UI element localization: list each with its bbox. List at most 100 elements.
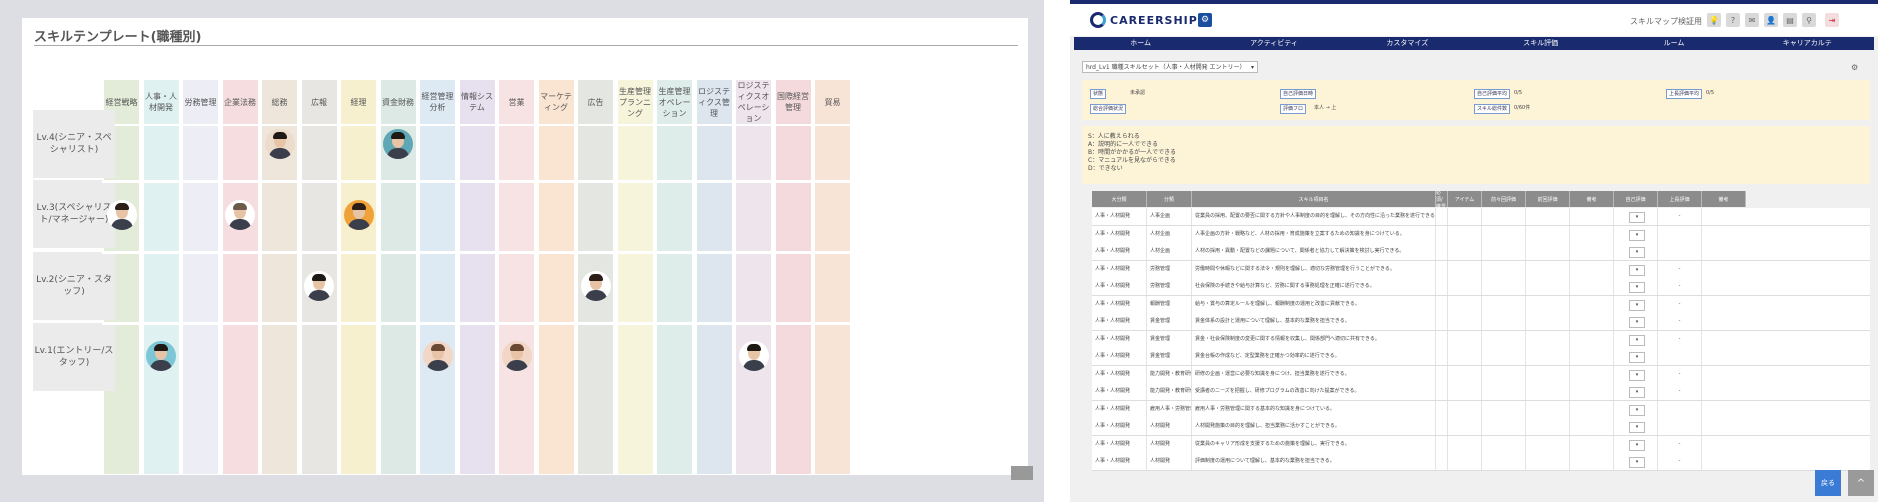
skill-name-cell: 人材開発施策の目的を理解し、担当業務に活かすことができる。 [1192,418,1436,435]
note-cell [1702,418,1746,435]
empty-cell [1448,225,1482,243]
nav-item[interactable]: スキル評価 [1474,37,1607,50]
person-avatar[interactable] [304,271,334,301]
user-icon[interactable]: 👤 [1764,13,1778,27]
self-eval-select[interactable]: ▾ [1629,229,1645,241]
bulb-icon[interactable]: 💡 [1707,13,1721,27]
empty-cell [1526,400,1570,418]
nav-item[interactable]: カスタマイズ [1341,37,1474,50]
row-separator [102,251,852,254]
table-header[interactable]: 備考 [1702,191,1746,207]
self-eval-select[interactable]: ▾ [1629,439,1645,451]
self-eval-select[interactable]: ▾ [1629,369,1645,381]
subcategory-cell: 賃金管理 [1147,348,1192,365]
person-avatar[interactable] [343,200,374,230]
table-header[interactable]: 自己評価 [1614,191,1658,207]
person-avatar[interactable] [738,341,769,371]
column-header: 広報 [301,80,337,124]
table-header[interactable]: 必須/推奨 [1436,190,1448,210]
skill-count-label: スキル総件数 [1474,104,1511,114]
careership-logo-icon[interactable] [1090,12,1106,28]
mail-icon[interactable]: ✉ [1745,13,1759,27]
column-band [538,126,574,474]
table-header[interactable]: 大分類 [1092,191,1147,207]
scroll-top-button[interactable]: ^ [1848,470,1874,496]
person-avatar[interactable] [580,271,611,301]
person-avatar[interactable] [383,129,413,159]
legend-c: C：マニュアルを見ながらできる [1088,157,1176,164]
self-eval-select[interactable]: ▾ [1629,387,1645,398]
eval-flow-label: 評価フロ [1280,104,1307,114]
self-eval-select[interactable]: ▾ [1629,457,1645,468]
self-eval-select[interactable]: ▾ [1629,282,1645,293]
skill-name-cell: 労働時間や休暇などに関する法令・規則を理解し、適切な労務管理を行うことができる。 [1192,260,1436,278]
logout-icon[interactable]: ⇥ [1825,13,1839,27]
self-eval-select[interactable]: ▾ [1629,247,1645,258]
boss-eval-cell: - [1658,295,1702,313]
settings-gear-icon[interactable]: ⚙ [1198,13,1212,27]
boss-eval-cell: - [1658,260,1702,278]
table-header[interactable]: 上長評価 [1658,191,1702,207]
skill-name-cell: 研修の企画・運営に必要な知識を身につけ、担当業務を遂行できる。 [1192,365,1436,383]
note-cell [1702,313,1746,330]
empty-cell [1436,278,1448,295]
skill-template-panel: スキルテンプレート(職種別) 経営戦略 人事・人材開発 労務管理 企業法務 総務 広報 経理… [0,0,1044,502]
table-header[interactable]: スキル項目名 [1192,191,1436,207]
self-eval-select[interactable]: ▾ [1629,264,1645,276]
skillset-select[interactable]: hrd_Lv1 職種スキルセット（人事・人材開発 エントリー） ▾ [1082,61,1258,73]
empty-cell [1436,435,1448,453]
person-avatar[interactable] [146,341,176,371]
person-avatar[interactable] [225,200,255,230]
empty-cell [1482,348,1526,365]
table-header[interactable]: 備考 [1570,191,1614,207]
empty-cell [1436,208,1448,225]
self-eval-avg-label: 自己評価平均 [1474,89,1511,99]
row-label: Lv.3(スペシャリスト/マネージャー) [33,180,115,248]
nav-item[interactable]: ルーム [1607,37,1740,50]
nav-item[interactable]: ホーム [1074,37,1207,50]
document-icon[interactable]: ▤ [1783,13,1797,27]
subcategory-cell: 人材開発 [1147,453,1192,470]
empty-cell [1570,260,1614,278]
boss-eval-cell: - [1658,208,1702,225]
subcategory-cell: 人事企画 [1147,208,1192,225]
table-row: 人事・人材開発 能力開発・教育研修 受講者のニーズを把握し、研修プログラムの改善に向… [1092,383,1870,401]
empty-cell [1482,418,1526,435]
self-eval-select[interactable]: ▾ [1629,212,1645,223]
table-header[interactable]: 分類 [1147,191,1192,207]
empty-cell [1570,435,1614,453]
self-eval-select[interactable]: ▾ [1629,352,1645,363]
person-avatar[interactable] [264,129,295,159]
table-row: 人事・人材開発 労務管理 労働時間や休暇などに関する法令・規則を理解し、適切な労務管… [1092,260,1870,279]
self-eval-select[interactable]: ▾ [1629,334,1645,346]
settings-icon[interactable]: ⚙ [1851,63,1858,72]
table-header[interactable]: 前々回評価 [1482,191,1526,207]
self-eval-select[interactable]: ▾ [1629,317,1645,328]
person-avatar[interactable] [106,200,137,230]
nav-item[interactable]: アクティビティ [1207,37,1340,50]
person-avatar[interactable] [501,341,532,371]
empty-cell [1448,348,1482,365]
empty-cell [1436,313,1448,330]
note-cell [1702,296,1746,313]
logo-text[interactable]: CAREERSHIP [1110,14,1198,27]
scroll-thumb[interactable] [1011,466,1033,480]
table-header[interactable]: アイテム [1448,191,1482,207]
nav-item[interactable]: キャリアカルテ [1741,37,1874,50]
chevron-down-icon: ▾ [1250,64,1254,71]
empty-cell [1570,295,1614,313]
category-cell: 人事・人材開発 [1092,260,1147,278]
back-button[interactable]: 戻る [1815,470,1841,496]
empty-cell [1570,330,1614,348]
search-icon[interactable]: ⚲ [1802,13,1816,27]
column-band [183,126,218,474]
help-icon[interactable]: ? [1726,13,1740,27]
empty-cell [1570,400,1614,418]
table-header[interactable]: 前回評価 [1526,191,1570,207]
main-nav: ホーム アクティビティ カスタマイズ スキル評価 ルーム キャリアカルテ [1074,37,1874,50]
self-eval-select[interactable]: ▾ [1629,422,1645,433]
person-avatar[interactable] [422,341,453,371]
self-eval-select[interactable]: ▾ [1629,404,1645,416]
category-cell: 人事・人材開発 [1092,383,1147,400]
self-eval-select[interactable]: ▾ [1629,299,1645,311]
